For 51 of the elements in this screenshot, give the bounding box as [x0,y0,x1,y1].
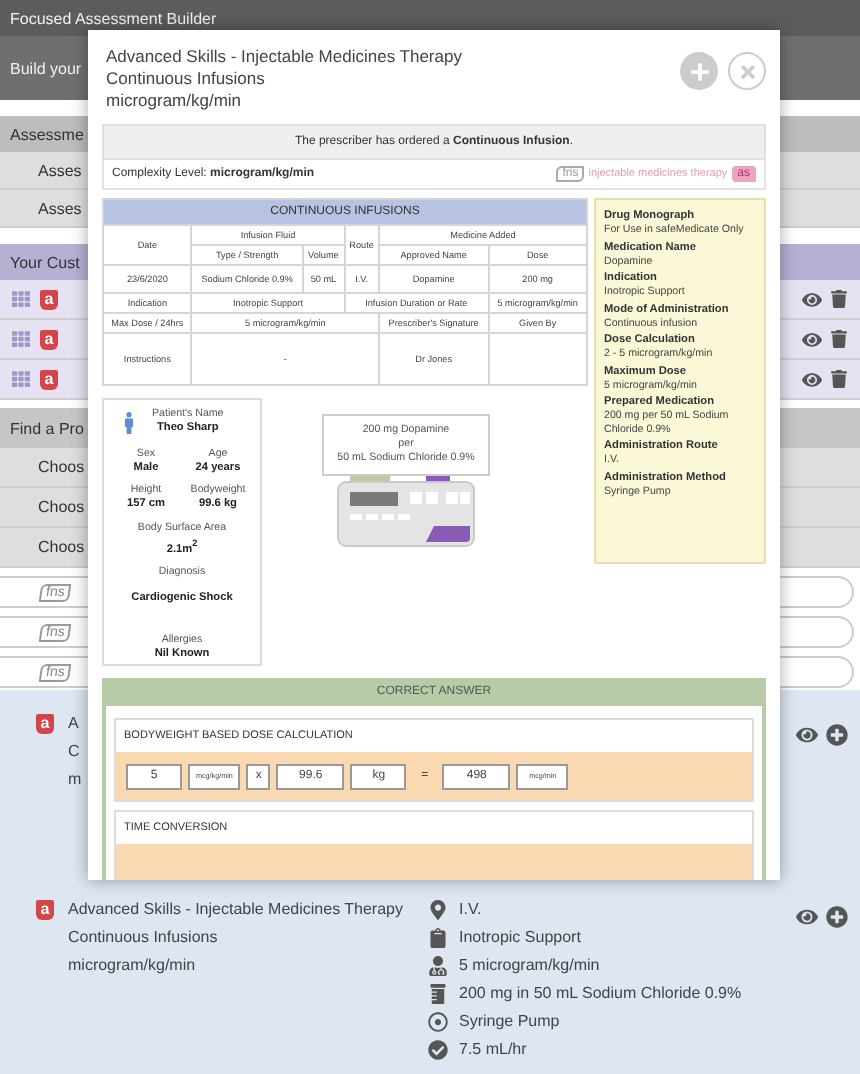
section-heading: Find a Pro [10,419,84,437]
drag-handle-icon[interactable] [12,370,30,388]
eye-icon[interactable] [796,906,818,928]
assessment-badge: a [36,714,54,734]
dialog-title: microgram/kg/min [106,90,244,112]
choose-item[interactable]: Choos [38,498,85,516]
choose-item[interactable]: Choos [38,538,85,556]
item-text: m [68,768,84,792]
clipboard-icon [427,928,447,948]
item-text: Advanced Skills - Injectable Medicines Therapy [68,898,403,922]
app-title: Focused Assessment Builder [10,9,217,27]
assessment-badge: a [36,900,54,920]
detail-text: 200 mg in 50 mL Sodium Chloride 0.9% [459,982,742,1006]
assessment-badge: a [40,289,58,309]
assessment-item[interactable]: Asses [38,161,82,179]
detail-text: Inotropic Support [459,926,581,950]
trash-icon[interactable] [830,290,848,308]
detail-text: Syringe Pump [459,1010,560,1034]
plus-icon[interactable] [826,906,848,928]
eye-icon[interactable] [796,724,818,746]
trash-icon[interactable] [830,330,848,348]
plus-icon[interactable] [826,724,848,746]
app-subtitle: Build your [10,59,82,77]
assessment-badge: a [40,329,58,349]
detail-text: 5 microgram/kg/min [459,954,600,978]
pin-icon [427,900,447,920]
item-text: C [68,740,82,764]
detail-text: I.V. [459,898,482,922]
eye-icon[interactable] [802,289,822,309]
drag-handle-icon[interactable] [12,290,30,308]
close-icon [737,61,757,81]
trash-icon[interactable] [830,370,848,388]
plus-icon [689,61,709,81]
item-text: A [68,712,81,736]
detail-text: 7.5 mL/hr [459,1038,527,1062]
target-icon [427,1012,447,1032]
person-icon [427,956,447,976]
eye-icon[interactable] [802,329,822,349]
item-text: Continuous Infusions [68,926,220,950]
dialog-title: Advanced Skills - Injectable Medicines Therapy [106,46,462,68]
drag-handle-icon[interactable] [12,330,30,348]
assessment-item[interactable]: Asses [38,199,82,217]
section-heading: Assessme [10,125,84,143]
section-heading: Your Cust [10,253,80,271]
assessment-badge: a [40,369,58,389]
eye-icon[interactable] [802,369,822,389]
bottle-icon [427,984,447,1004]
choose-item[interactable]: Choos [38,458,85,476]
dialog-title: Continuous Infusions [106,68,267,90]
item-text: microgram/kg/min [68,954,198,978]
table-cell [488,333,587,385]
